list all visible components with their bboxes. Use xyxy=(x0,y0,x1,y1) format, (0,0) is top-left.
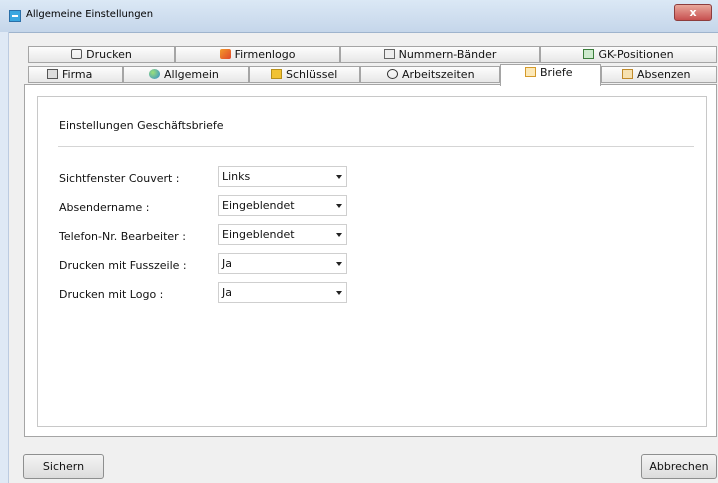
tab-panel-briefe: Einstellungen Geschäftsbriefe Sichtfenst… xyxy=(24,84,717,437)
select-sichtfenster[interactable]: Links xyxy=(218,166,347,187)
tab-label: Absenzen xyxy=(637,68,691,81)
title-bar: Allgemeine Einstellungen x xyxy=(0,0,718,33)
label-logo: Drucken mit Logo : xyxy=(59,288,164,301)
app-icon xyxy=(9,10,21,22)
label-fusszeile: Drucken mit Fusszeile : xyxy=(59,259,187,272)
select-telefon-bearbeiter[interactable]: Eingeblendet xyxy=(218,224,347,245)
tab-firmenlogo[interactable]: Firmenlogo xyxy=(175,46,340,63)
tab-schluessel[interactable]: Schlüssel xyxy=(249,66,360,83)
tab-label: Arbeitszeiten xyxy=(402,68,475,81)
section-divider xyxy=(58,146,694,147)
select-value: Eingeblendet xyxy=(222,228,295,241)
chevron-down-icon xyxy=(336,291,342,295)
chevron-down-icon xyxy=(336,233,342,237)
brush-icon xyxy=(219,49,231,59)
close-button[interactable]: x xyxy=(674,4,712,21)
printer-icon xyxy=(71,49,83,59)
window-title: Allgemeine Einstellungen xyxy=(26,9,154,20)
label-telefon-bearbeiter: Telefon-Nr. Bearbeiter : xyxy=(59,230,186,243)
tab-label: Firmenlogo xyxy=(234,48,296,61)
select-fusszeile[interactable]: Ja xyxy=(218,253,347,274)
select-value: Eingeblendet xyxy=(222,199,295,212)
settings-group: Einstellungen Geschäftsbriefe Sichtfenst… xyxy=(37,96,707,427)
tab-firma[interactable]: Firma xyxy=(28,66,123,83)
select-value: Ja xyxy=(222,257,232,270)
building-icon xyxy=(47,69,58,79)
select-absendername[interactable]: Eingeblendet xyxy=(218,195,347,216)
select-value: Ja xyxy=(222,286,232,299)
tab-briefe[interactable]: Briefe xyxy=(500,64,601,86)
window-border-line xyxy=(8,32,9,483)
tab-label: Nummern-Bänder xyxy=(398,48,497,61)
globe-icon xyxy=(149,69,160,79)
save-button[interactable]: Sichern xyxy=(23,454,104,479)
tab-label: Schlüssel xyxy=(286,68,338,81)
label-sichtfenster: Sichtfenster Couvert : xyxy=(59,172,180,185)
select-value: Links xyxy=(222,170,251,183)
window-border xyxy=(0,32,8,483)
table-icon xyxy=(583,49,595,59)
tab-absenzen[interactable]: Absenzen xyxy=(601,66,717,83)
tab-drucken[interactable]: Drucken xyxy=(28,46,175,63)
numbers-icon xyxy=(383,49,395,59)
tab-nummern-baender[interactable]: Nummern-Bänder xyxy=(340,46,540,63)
chevron-down-icon xyxy=(336,262,342,266)
key-icon xyxy=(271,69,282,79)
chevron-down-icon xyxy=(336,175,342,179)
tab-allgemein[interactable]: Allgemein xyxy=(123,66,249,83)
tab-label: Drucken xyxy=(86,48,132,61)
tab-label: Firma xyxy=(62,68,93,81)
tab-arbeitszeiten[interactable]: Arbeitszeiten xyxy=(360,66,500,83)
tab-gk-positionen[interactable]: GK-Positionen xyxy=(540,46,717,63)
tab-label: GK-Positionen xyxy=(598,48,674,61)
clock-icon xyxy=(387,69,398,79)
tab-label: Briefe xyxy=(540,66,573,79)
cancel-button[interactable]: Abbrechen xyxy=(641,454,717,479)
envelope-icon xyxy=(525,67,536,77)
select-logo[interactable]: Ja xyxy=(218,282,347,303)
label-absendername: Absendername : xyxy=(59,201,150,214)
tab-label: Allgemein xyxy=(164,68,219,81)
chevron-down-icon xyxy=(336,204,342,208)
section-title: Einstellungen Geschäftsbriefe xyxy=(59,119,224,132)
absence-icon xyxy=(622,69,633,79)
